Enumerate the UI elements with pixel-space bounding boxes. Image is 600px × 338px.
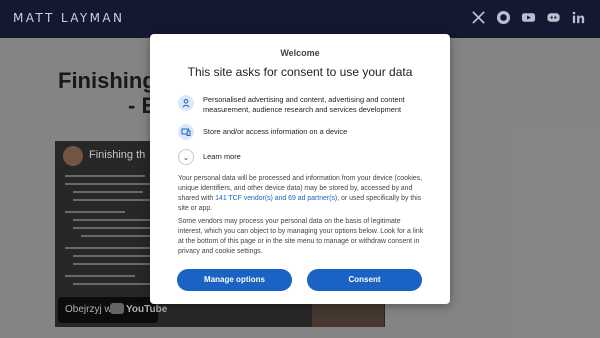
consent-headline: This site asks for consent to use your d… [187, 65, 413, 79]
device-icon [178, 124, 194, 140]
purpose-personalised-ads: Personalised advertising and content, ad… [178, 95, 443, 115]
learn-more-toggle[interactable]: ⌄ Learn more [178, 149, 443, 165]
consent-paragraph-1: Your personal data will be processed and… [178, 175, 423, 212]
consent-paragraph-2: Some vendors may process your personal d… [178, 218, 424, 255]
consent-welcome: Welcome [280, 48, 320, 58]
purpose-label: Personalised advertising and content, ad… [203, 95, 405, 114]
purpose-label: Store and/or access information on a dev… [203, 127, 348, 136]
purpose-device-storage: Store and/or access information on a dev… [178, 124, 443, 140]
consent-dialog: Welcome This site asks for consent to us… [150, 34, 450, 304]
person-icon [178, 95, 194, 111]
manage-options-button[interactable]: Manage options [177, 269, 292, 291]
consent-button[interactable]: Consent [307, 269, 422, 291]
learn-more-label[interactable]: Learn more [203, 152, 443, 162]
chevron-down-icon[interactable]: ⌄ [178, 149, 194, 165]
vendors-link[interactable]: 141 TCF vendor(s) and 69 ad partner(s) [215, 195, 337, 202]
